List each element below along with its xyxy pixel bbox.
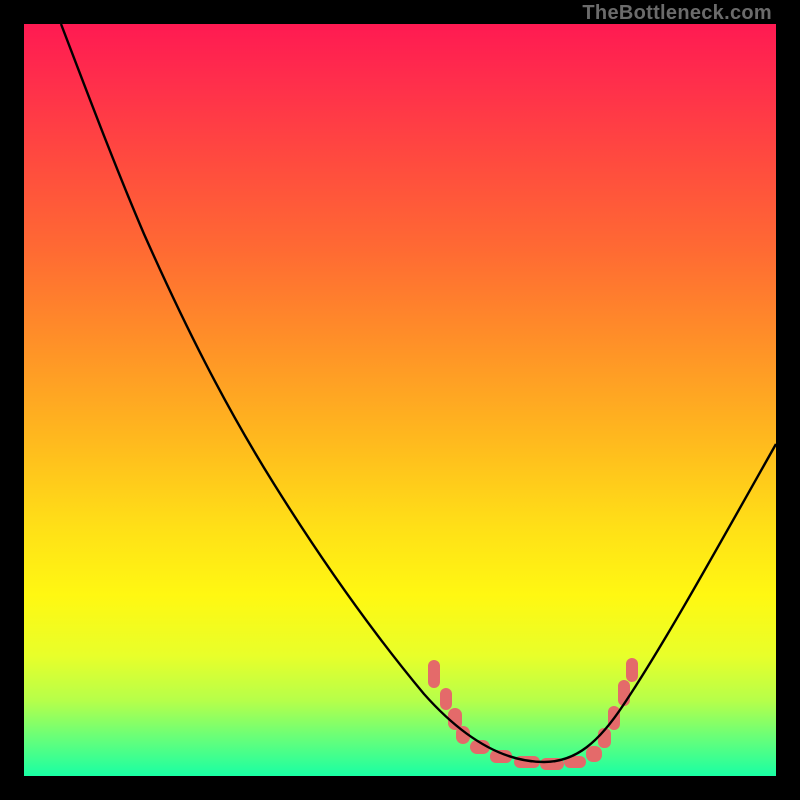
bottleneck-curve-svg <box>24 24 776 776</box>
plot-area <box>24 24 776 776</box>
bottleneck-curve-path <box>61 24 776 762</box>
watermark-text: TheBottleneck.com <box>582 2 772 25</box>
highlight-markers <box>428 658 638 770</box>
chart-frame: TheBottleneck.com <box>0 0 800 800</box>
